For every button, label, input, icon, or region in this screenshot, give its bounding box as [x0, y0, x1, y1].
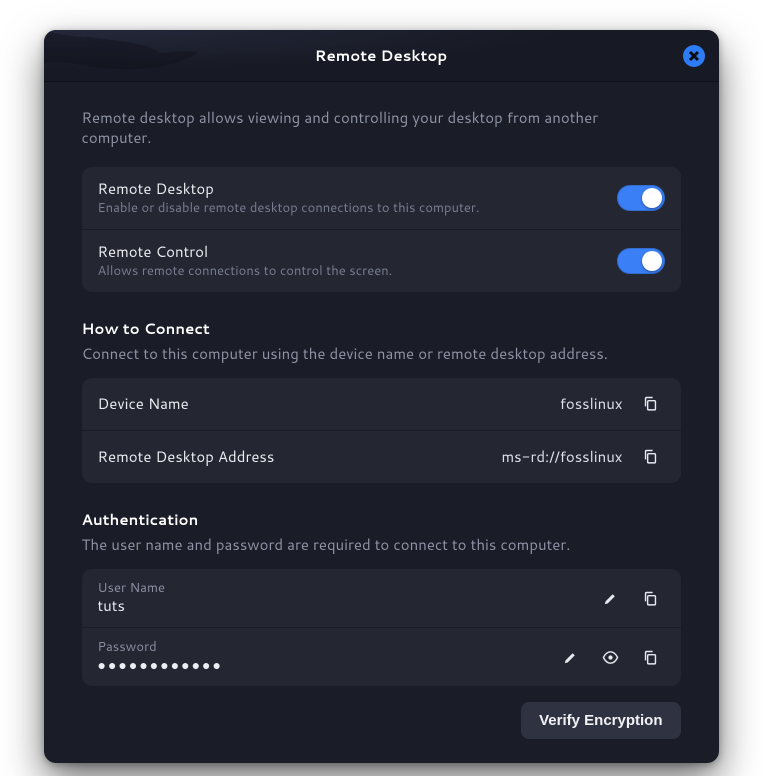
authentication-heading: Authentication — [82, 509, 681, 530]
toggle-row-text: Remote Control Allows remote connections… — [98, 242, 603, 280]
password-label: Password — [98, 640, 543, 656]
username-row: User Name tuts — [82, 569, 681, 628]
toggles-group: Remote Desktop Enable or disable remote … — [82, 167, 681, 292]
edit-password-button[interactable] — [557, 643, 585, 671]
remote-desktop-switch[interactable] — [617, 185, 665, 211]
pencil-icon — [602, 590, 619, 607]
remote-control-toggle-row: Remote Control Allows remote connections… — [82, 229, 681, 292]
remote-desktop-title: Remote Desktop — [98, 179, 603, 199]
pencil-icon — [562, 649, 579, 666]
auth-group: User Name tuts — [82, 569, 681, 686]
username-left: User Name tuts — [98, 581, 583, 616]
rd-address-row: Remote Desktop Address ms-rd://fosslinux — [82, 430, 681, 483]
close-icon — [688, 50, 700, 62]
remote-desktop-subtitle: Enable or disable remote desktop connect… — [98, 200, 603, 217]
footer-actions: Verify Encryption — [82, 702, 681, 739]
copy-icon — [642, 590, 659, 607]
username-label: User Name — [98, 581, 583, 597]
copy-password-button[interactable] — [637, 643, 665, 671]
copy-device-name-button[interactable] — [637, 390, 665, 418]
copy-username-button[interactable] — [637, 584, 665, 612]
eye-icon — [602, 649, 619, 666]
how-to-connect-sub: Connect to this computer using the devic… — [82, 343, 681, 364]
window-header: Remote Desktop — [44, 30, 719, 82]
rd-address-value: ms-rd://fosslinux — [501, 446, 622, 467]
verify-encryption-button[interactable]: Verify Encryption — [521, 702, 680, 739]
password-value: ●●●●●●●●●●●● — [98, 657, 543, 674]
content-area: Remote desktop allows viewing and contro… — [44, 82, 719, 763]
password-row: Password ●●●●●●●●●●●● — [82, 627, 681, 685]
device-name-row: Device Name fosslinux — [82, 378, 681, 430]
kali-dragon-decoration — [44, 30, 284, 82]
how-to-connect-heading: How to Connect — [82, 318, 681, 339]
remote-control-switch[interactable] — [617, 248, 665, 274]
device-name-label: Device Name — [98, 394, 546, 414]
intro-text: Remote desktop allows viewing and contro… — [82, 108, 602, 149]
rd-address-label: Remote Desktop Address — [98, 447, 488, 467]
copy-icon — [642, 448, 659, 465]
edit-username-button[interactable] — [597, 584, 625, 612]
header-title: Remote Desktop — [315, 45, 448, 66]
authentication-sub: The user name and password are required … — [82, 534, 681, 555]
close-button[interactable] — [683, 45, 705, 67]
password-left: Password ●●●●●●●●●●●● — [98, 640, 543, 673]
password-actions — [557, 643, 665, 671]
copy-rd-address-button[interactable] — [637, 443, 665, 471]
remote-control-title: Remote Control — [98, 242, 603, 262]
remote-desktop-toggle-row: Remote Desktop Enable or disable remote … — [82, 167, 681, 229]
toggle-row-text: Remote Desktop Enable or disable remote … — [98, 179, 603, 217]
username-actions — [597, 584, 665, 612]
connect-info-group: Device Name fosslinux Remote Desktop Add… — [82, 378, 681, 483]
username-value: tuts — [98, 597, 583, 615]
device-name-label-text: Device Name — [98, 394, 546, 414]
copy-icon — [642, 395, 659, 412]
rd-address-label-text: Remote Desktop Address — [98, 447, 488, 467]
settings-window: Remote Desktop Remote desktop allows vie… — [44, 30, 719, 763]
reveal-password-button[interactable] — [597, 643, 625, 671]
device-name-value: fosslinux — [560, 393, 623, 414]
copy-icon — [642, 649, 659, 666]
remote-control-subtitle: Allows remote connections to control the… — [98, 263, 603, 280]
